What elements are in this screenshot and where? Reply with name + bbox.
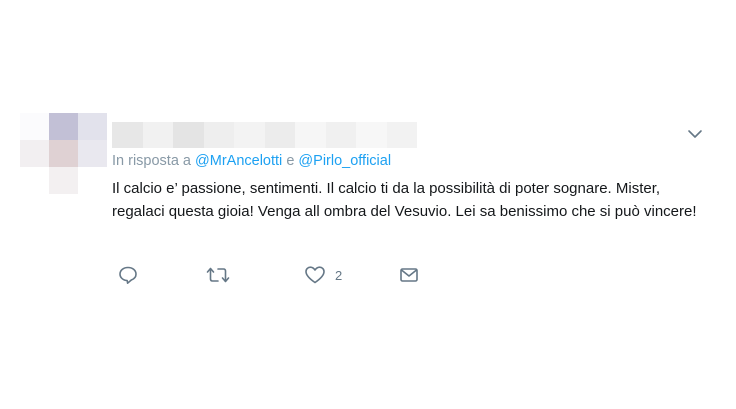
reply-conjunction: e <box>286 153 295 169</box>
reply-prefix: In risposta a <box>112 153 191 169</box>
tweet-actions: 2 <box>112 262 432 288</box>
avatar[interactable] <box>20 113 107 194</box>
envelope-icon <box>399 265 419 285</box>
reply-button[interactable] <box>118 262 138 288</box>
reply-context: In risposta a @MrAncelotti e @Pirlo_offi… <box>112 153 391 169</box>
mention-link[interactable]: @Pirlo_official <box>298 153 391 169</box>
chevron-down-icon[interactable] <box>684 126 706 142</box>
like-button[interactable]: 2 <box>304 262 342 288</box>
tweet[interactable]: In risposta a @MrAncelotti e @Pirlo_offi… <box>0 0 736 409</box>
retweet-arrows-icon <box>206 265 230 285</box>
heart-icon <box>304 265 326 285</box>
speech-bubble-icon <box>118 265 138 285</box>
direct-message-button[interactable] <box>399 262 419 288</box>
user-name[interactable] <box>112 122 417 148</box>
retweet-button[interactable] <box>206 262 230 288</box>
mention-link[interactable]: @MrAncelotti <box>195 153 282 169</box>
tweet-text: Il calcio e’ passione, sentimenti. Il ca… <box>112 180 697 220</box>
like-count: 2 <box>335 267 343 283</box>
